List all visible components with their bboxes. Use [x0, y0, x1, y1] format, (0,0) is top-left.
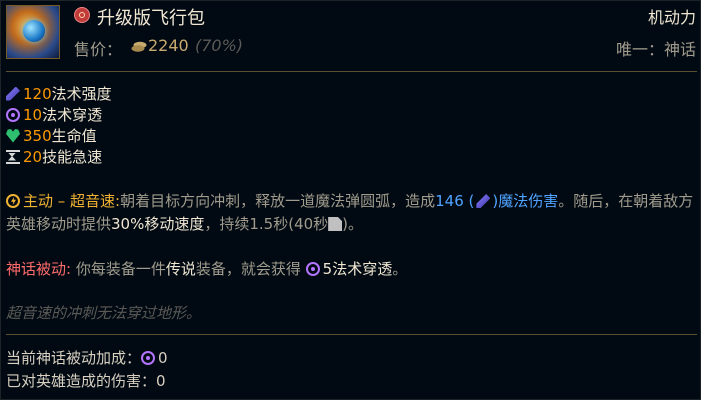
- mythic-passive: 神话被动: 你每装备一件传说装备，就会获得 5法术穿透。: [6, 258, 407, 281]
- gold-icon: [131, 41, 147, 52]
- item-gem-icon: [23, 20, 45, 42]
- mythic-passive-label: 神话被动:: [6, 260, 72, 278]
- mythic-text: 装备，就会获得: [195, 260, 301, 278]
- stat-value: 120: [23, 84, 52, 103]
- item-icon: [6, 5, 60, 59]
- price-value: 2240: [148, 36, 189, 55]
- magic-penetration-icon: [141, 351, 156, 365]
- price-percent: (70%): [195, 36, 244, 55]
- ability-power-icon: [476, 194, 491, 208]
- stat-label: 生命值: [51, 127, 97, 145]
- ability-power-icon: [6, 86, 20, 101]
- legendary-text: 传说: [165, 260, 196, 278]
- active-text: )。: [342, 215, 364, 233]
- ability-haste-icon: [6, 149, 20, 164]
- active-damage: 146: [435, 192, 464, 210]
- mythic-text: 。: [392, 260, 408, 278]
- stat-magic-penetration: 10 法术穿透: [6, 104, 112, 125]
- footer-stats: 当前神话被动加成： 0 已对英雄造成的伤害：0: [6, 347, 168, 393]
- active-icon: [6, 194, 20, 208]
- stat-label: 法术穿透: [42, 106, 103, 124]
- mythic-bonus-row: 当前神话被动加成： 0: [6, 347, 168, 370]
- stat-ability-haste: 20 技能急速: [6, 146, 112, 167]
- tooltip-header: 升级版飞行包 售价： 2240 (70%) 机动力 唯一：神话: [1, 1, 701, 67]
- active-text: ，持续1.5秒(40秒: [204, 215, 329, 233]
- damage-dealt-value: 0: [156, 372, 166, 390]
- item-uniqueness: 唯一：神话: [615, 40, 696, 59]
- damage-dealt-row: 已对英雄造成的伤害：0: [6, 370, 168, 393]
- mythic-bonus-label: 当前神话被动加成：: [6, 349, 142, 367]
- active-text: 朝着目标方向冲刺，释放一道魔法弹圆弧，造成: [120, 192, 436, 210]
- divider: [6, 71, 697, 72]
- stat-ability-power: 120 法术强度: [6, 83, 112, 104]
- stat-health: 350 生命值: [6, 125, 112, 146]
- stat-label: 法术强度: [51, 85, 112, 103]
- magic-penetration-icon: [305, 262, 320, 276]
- movespeed-bonus: 30%移动速度: [111, 215, 205, 233]
- active-name: 主动 – 超音速:: [23, 192, 121, 210]
- stat-value: 350: [23, 126, 52, 145]
- price-label: 售价：: [74, 40, 123, 59]
- flavor-text: 超音速的冲刺无法穿过地形。: [6, 304, 202, 322]
- stat-value: 10: [23, 105, 43, 124]
- mythic-icon: [74, 7, 90, 23]
- magic-damage-text: 魔法伤害: [498, 192, 559, 210]
- stats-list: 120 法术强度 10 法术穿透 350 生命值 20 技能急速: [6, 83, 112, 167]
- health-icon: [6, 129, 20, 143]
- active-description: 主动 – 超音速:朝着目标方向冲刺，释放一道魔法弹圆弧，造成146 ()魔法伤害…: [6, 190, 696, 236]
- cooldown-icon: [328, 217, 343, 231]
- mythic-text: 你每装备一件: [75, 260, 166, 278]
- item-tooltip: 升级版飞行包 售价： 2240 (70%) 机动力 唯一：神话 120 法术强度…: [0, 0, 701, 400]
- item-name: 升级版飞行包: [97, 8, 205, 29]
- item-category: 机动力: [647, 8, 696, 27]
- divider: [6, 334, 697, 335]
- mythic-bonus-value: 5法术穿透: [322, 260, 393, 278]
- damage-dealt-label: 已对英雄造成的伤害：: [6, 372, 157, 390]
- stat-value: 20: [23, 147, 43, 166]
- mythic-bonus-count: 0: [158, 349, 168, 367]
- ap-ratio-open: (: [468, 192, 475, 210]
- magic-penetration-icon: [6, 107, 20, 122]
- stat-label: 技能急速: [42, 148, 103, 166]
